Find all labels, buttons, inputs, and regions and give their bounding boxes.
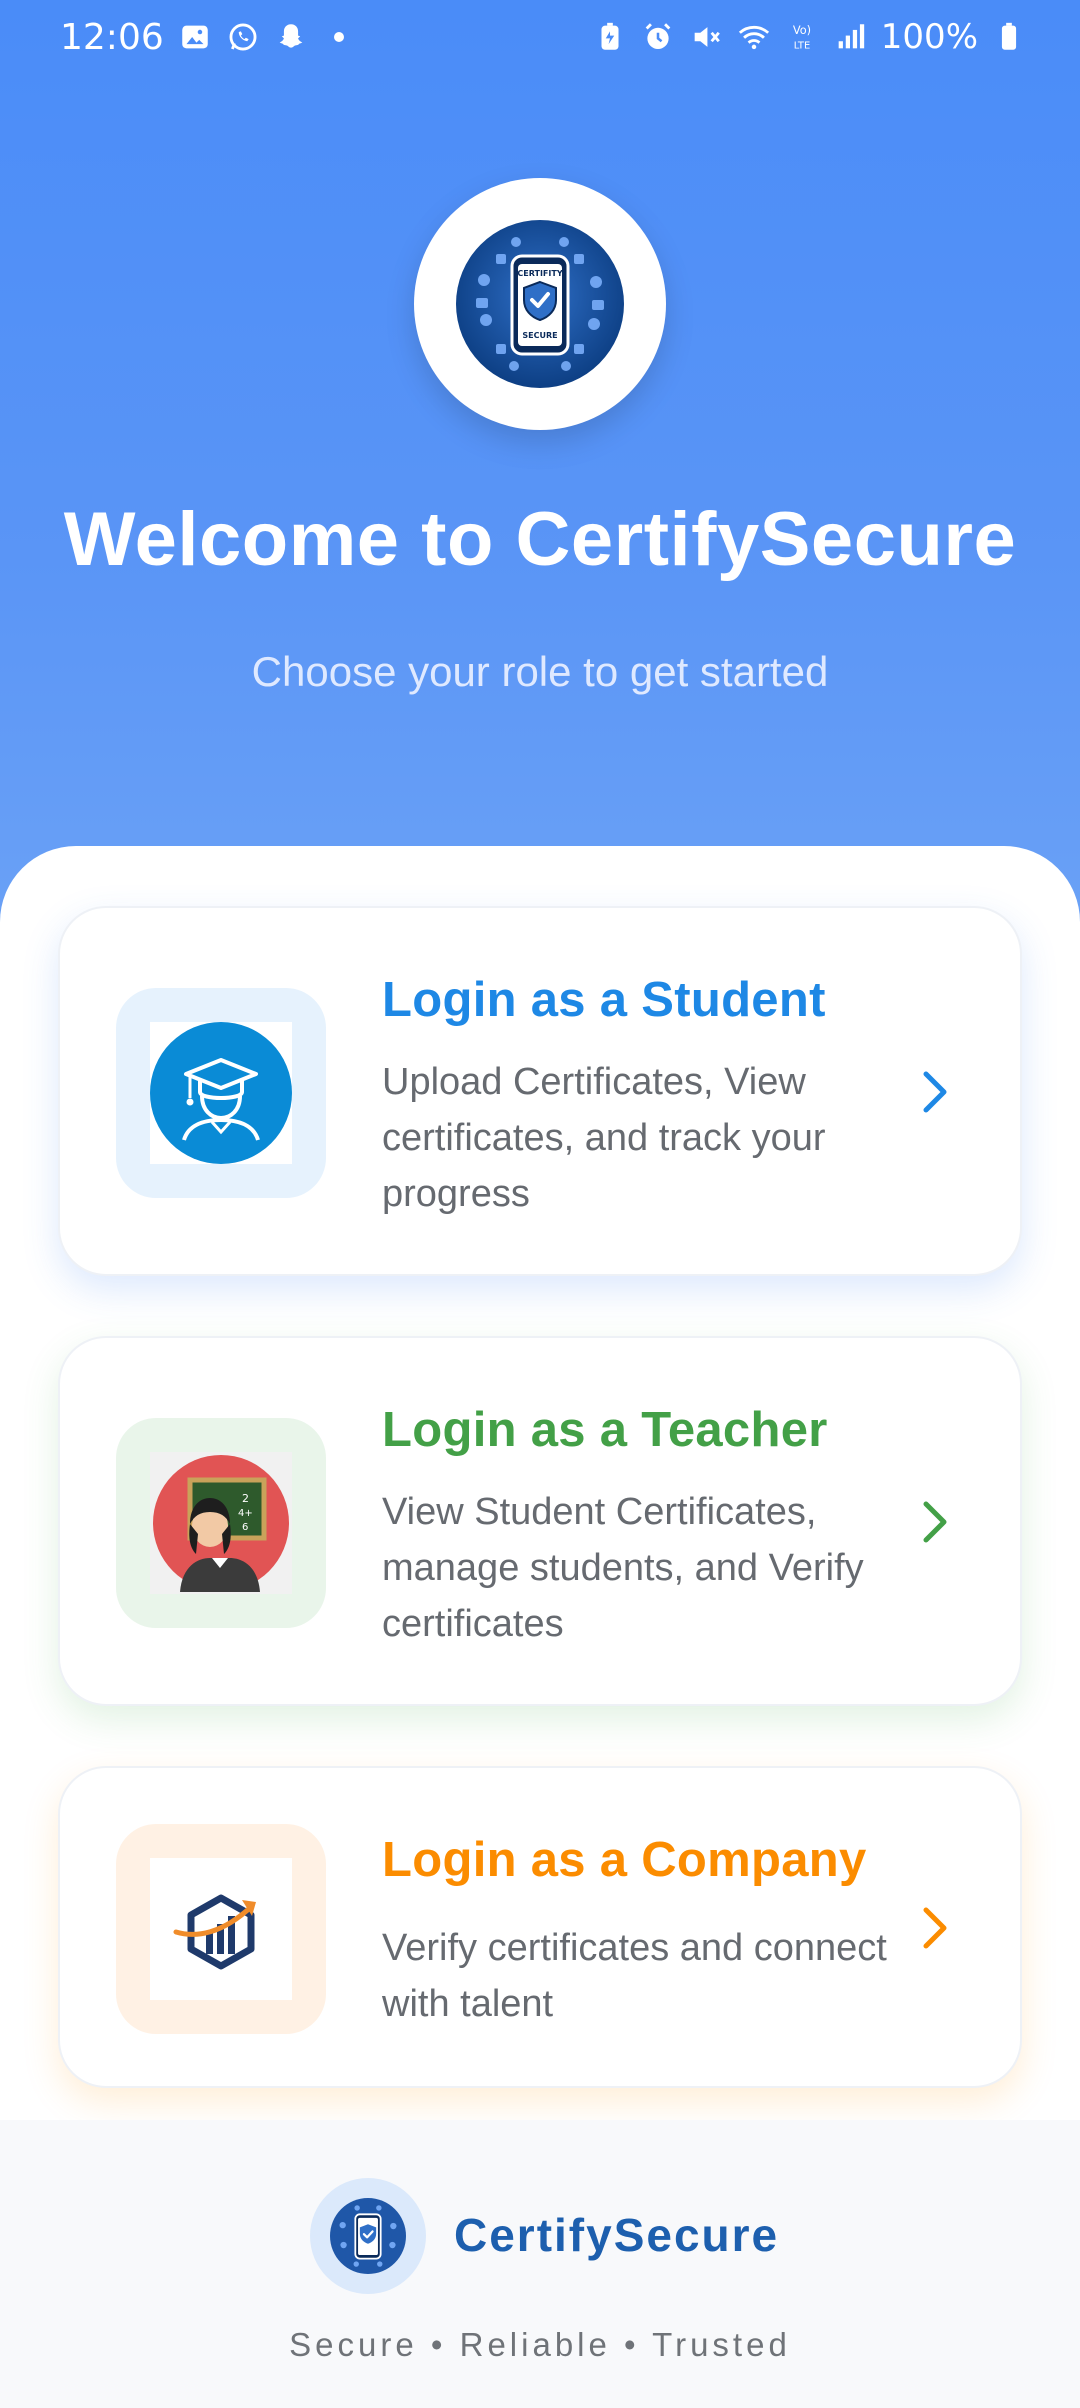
certify-secure-logo-icon (330, 2198, 406, 2274)
screen: 12:06 Vo) LTE 100% CERTIFITY SECURE Welc… (0, 0, 1080, 2408)
gallery-icon (178, 20, 212, 54)
chevron-right-icon (910, 1492, 960, 1552)
footer: CertifySecure Secure • Reliable • Truste… (0, 2120, 1080, 2408)
student-graduate-icon (150, 1022, 292, 1164)
svg-text:6: 6 (242, 1522, 248, 1533)
footer-brand: CertifySecure (454, 2209, 780, 2261)
mute-icon (689, 20, 723, 54)
chevron-right-icon (910, 1898, 960, 1958)
company-icon-container (116, 1824, 326, 2034)
wifi-icon (737, 20, 771, 54)
svg-text:SECURE: SECURE (522, 331, 557, 340)
notification-dot (333, 32, 344, 42)
svg-text:LTE: LTE (794, 40, 810, 51)
teacher-chalkboard-icon: 2 4+ 6 (153, 1455, 289, 1592)
footer-logo (310, 2178, 426, 2294)
snapchat-icon (274, 20, 308, 54)
status-time: 12:06 (60, 16, 164, 58)
company-card-title: Login as a Company (382, 1833, 867, 1887)
svg-text:CERTIFITY: CERTIFITY (517, 269, 562, 278)
company-growth-icon (173, 1894, 256, 1970)
login-student-card[interactable]: Login as a Student Upload Certificates, … (58, 906, 1022, 1276)
volte-icon: Vo) LTE (785, 20, 819, 54)
company-card-description: Verify certificates and connect with tal… (382, 1927, 887, 2025)
svg-text:2: 2 (242, 1492, 249, 1505)
header: 12:06 Vo) LTE 100% CERTIFITY SECURE Welc… (0, 0, 1080, 930)
teacher-card-description: View Student Certificates, manage studen… (382, 1491, 864, 1645)
battery-percent: 100% (880, 17, 978, 57)
chevron-right-icon (910, 1062, 960, 1122)
signal-icon (833, 20, 867, 54)
status-bar: 12:06 Vo) LTE 100% (0, 0, 1080, 74)
page-title: Welcome to CertifySecure (63, 497, 1017, 582)
footer-tagline: Secure • Reliable • Trusted (289, 2326, 791, 2363)
svg-text:4+: 4+ (238, 1508, 253, 1519)
certify-secure-logo-icon: CERTIFITY SECURE (456, 220, 624, 388)
alarm-icon (641, 20, 675, 54)
student-card-title: Login as a Student (382, 973, 826, 1027)
student-card-description: Upload Certificates, View certificates, … (382, 1061, 826, 1215)
page-subtitle: Choose your role to get started (251, 648, 829, 695)
teacher-icon-container: 2 4+ 6 (116, 1418, 326, 1628)
student-icon-container (116, 988, 326, 1198)
battery-saver-icon (593, 20, 627, 54)
svg-text:Vo): Vo) (793, 23, 811, 37)
app-logo: CERTIFITY SECURE (414, 178, 666, 430)
battery-icon (992, 20, 1026, 54)
whatsapp-icon (226, 20, 260, 54)
login-teacher-card[interactable]: 2 4+ 6 Login as a Teacher View Student C… (58, 1336, 1022, 1706)
login-company-card[interactable]: Login as a Company Verify certificates a… (58, 1766, 1022, 2088)
teacher-card-title: Login as a Teacher (382, 1403, 828, 1457)
